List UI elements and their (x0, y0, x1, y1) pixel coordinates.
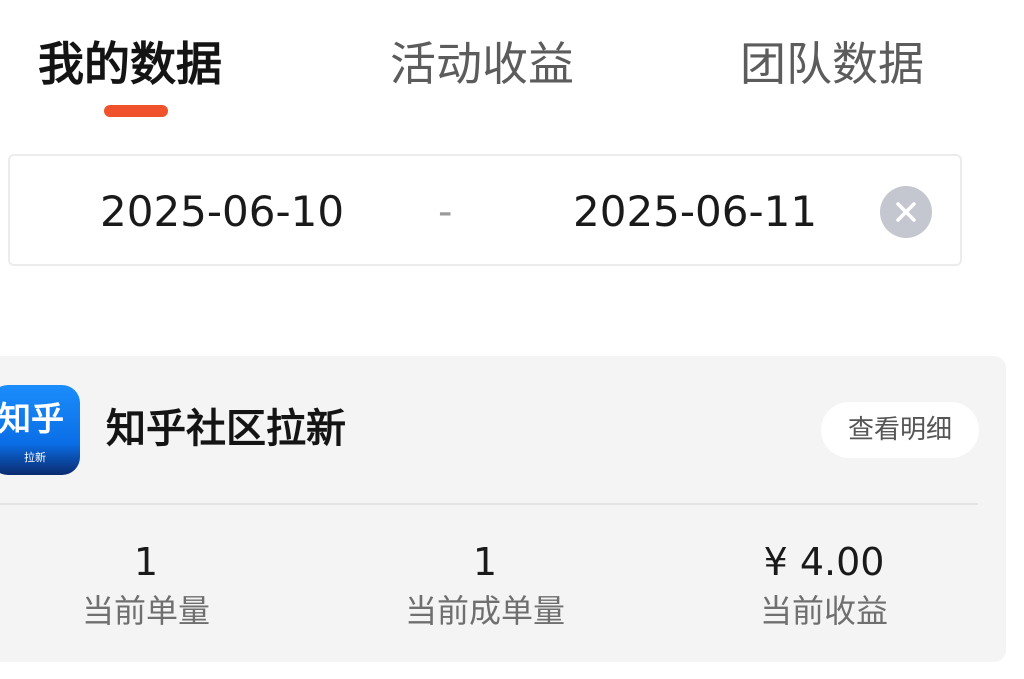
zhihu-app-logo: 知乎 拉新 (0, 385, 80, 475)
stat-value: 1 (472, 540, 498, 584)
tab-team-data[interactable]: 团队数据 (740, 34, 924, 94)
stat-completed-orders: 1 当前成单量 (355, 539, 615, 633)
active-tab-indicator (104, 105, 168, 117)
stat-value: 1 (133, 540, 159, 584)
logo-subtext: 拉新 (24, 451, 46, 464)
tab-activity-earnings[interactable]: 活动收益 (390, 34, 574, 94)
tab-my-data[interactable]: 我的数据 (38, 34, 222, 94)
stat-label: 当前单量 (81, 592, 210, 630)
date-separator: - (438, 189, 453, 235)
clear-date-button[interactable] (880, 186, 932, 238)
start-date[interactable]: 2025-06-10 (100, 186, 344, 238)
campaign-title: 知乎社区拉新 (106, 406, 346, 452)
tab-bar: 我的数据 活动收益 团队数据 (0, 0, 1024, 140)
date-range-picker: 2025-06-10 - 2025-06-11 (8, 154, 962, 266)
card-divider (0, 503, 978, 505)
stat-label: 当前收益 (759, 592, 888, 630)
campaign-card: 知乎 拉新 知乎社区拉新 查看明细 1 当前单量 1 当前成单量 ¥ 4.00 … (0, 356, 1006, 662)
stat-current-earnings: ¥ 4.00 当前收益 (694, 539, 954, 633)
stat-current-orders: 1 当前单量 (16, 539, 276, 633)
stat-value: ¥ 4.00 (763, 540, 885, 584)
stat-label: 当前成单量 (404, 592, 565, 630)
view-details-button[interactable]: 查看明细 (821, 402, 979, 458)
logo-text: 知乎 (0, 399, 64, 438)
end-date[interactable]: 2025-06-11 (573, 186, 817, 238)
close-icon (896, 202, 916, 222)
